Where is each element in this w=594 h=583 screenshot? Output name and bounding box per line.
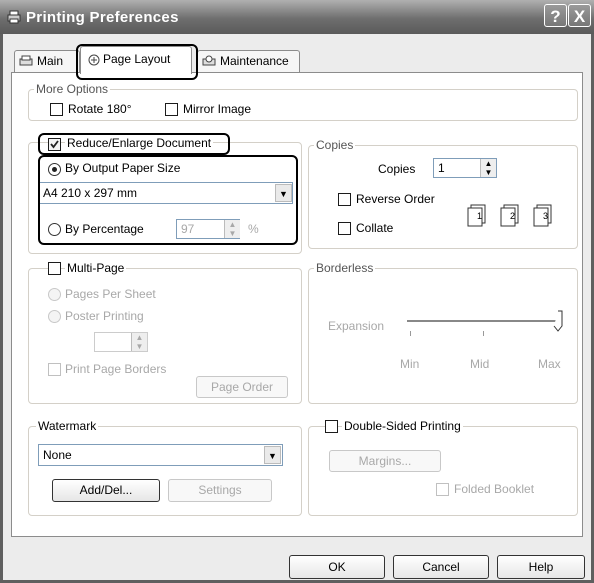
mirror-image-label: Mirror Image bbox=[183, 102, 252, 116]
chevron-down-icon[interactable]: ▼ bbox=[264, 446, 281, 464]
expansion-label: Expansion bbox=[328, 319, 385, 333]
cancel-button[interactable]: Cancel bbox=[393, 555, 489, 579]
printer-settings-icon bbox=[19, 55, 33, 66]
mid-label: Mid bbox=[470, 357, 490, 371]
poster-printing-label: Poster Printing bbox=[65, 309, 144, 323]
print-page-borders-checkbox[interactable] bbox=[48, 363, 61, 376]
collate-label: Collate bbox=[356, 221, 394, 235]
slider-tick bbox=[410, 331, 411, 336]
copies-spin-icon[interactable]: ▲ ▼ bbox=[480, 159, 496, 177]
multi-page-spin-icon[interactable]: ▲ ▼ bbox=[131, 333, 147, 351]
maintenance-icon bbox=[202, 55, 216, 66]
pages-per-sheet-label: Pages Per Sheet bbox=[65, 287, 156, 301]
help-button[interactable]: Help bbox=[497, 555, 585, 579]
collate-pages-icon: 1 2 3 bbox=[467, 204, 552, 227]
margins-button[interactable]: Margins... bbox=[329, 450, 441, 472]
reverse-order-checkbox[interactable] bbox=[338, 193, 351, 206]
mirror-image-checkbox[interactable] bbox=[165, 103, 178, 116]
max-label: Max bbox=[538, 357, 561, 371]
collate-checkbox[interactable] bbox=[338, 222, 351, 235]
watermark-settings-button[interactable]: Settings bbox=[168, 479, 272, 502]
watermark-value: None bbox=[43, 448, 72, 462]
double-sided-label: Double-Sided Printing bbox=[342, 419, 463, 433]
poster-printing-radio[interactable] bbox=[48, 310, 61, 323]
paper-size-highlight bbox=[38, 155, 298, 245]
printer-icon bbox=[7, 10, 21, 24]
reduce-enlarge-highlight bbox=[38, 133, 230, 155]
rotate-label: Rotate 180° bbox=[68, 102, 132, 116]
svg-text:1: 1 bbox=[477, 211, 482, 221]
copies-legend: Copies bbox=[314, 138, 356, 152]
help-title-button[interactable]: ? bbox=[544, 4, 567, 27]
tab-main-label: Main bbox=[37, 54, 64, 68]
folded-booklet-label: Folded Booklet bbox=[454, 482, 535, 496]
pages-per-sheet-radio[interactable] bbox=[48, 288, 61, 301]
rotate-checkbox[interactable] bbox=[50, 103, 63, 116]
tab-maintenance-label: Maintenance bbox=[220, 54, 289, 68]
tab-maintenance[interactable]: Maintenance bbox=[197, 50, 300, 72]
page-layout-highlight bbox=[76, 44, 198, 80]
slider-tick bbox=[483, 331, 484, 336]
tab-main[interactable]: Main bbox=[14, 50, 80, 72]
min-label: Min bbox=[400, 357, 420, 371]
multi-page-checkbox[interactable] bbox=[48, 262, 61, 275]
more-options-legend: More Options bbox=[34, 82, 111, 96]
double-sided-checkbox[interactable] bbox=[325, 420, 338, 433]
folded-booklet-checkbox[interactable] bbox=[436, 483, 449, 496]
watermark-legend: Watermark bbox=[36, 419, 99, 433]
multi-page-label: Multi-Page bbox=[65, 261, 127, 275]
print-page-borders-label: Print Page Borders bbox=[65, 362, 167, 376]
close-button[interactable]: X bbox=[568, 4, 591, 27]
watermark-group bbox=[28, 426, 302, 516]
svg-text:2: 2 bbox=[510, 211, 515, 221]
add-del-button[interactable]: Add/Del... bbox=[52, 479, 160, 502]
expansion-slider-track[interactable] bbox=[407, 320, 557, 322]
copies-label: Copies bbox=[378, 162, 416, 176]
reverse-order-label: Reverse Order bbox=[356, 192, 435, 206]
borderless-legend: Borderless bbox=[314, 261, 376, 275]
slider-thumb-icon[interactable] bbox=[552, 310, 564, 332]
window-border-left bbox=[0, 34, 3, 583]
borderless-group bbox=[308, 268, 578, 404]
page-order-button[interactable]: Page Order bbox=[196, 376, 288, 398]
ok-button[interactable]: OK bbox=[289, 555, 385, 579]
window-title: Printing Preferences bbox=[26, 9, 179, 26]
svg-text:3: 3 bbox=[543, 211, 548, 221]
watermark-select[interactable]: None bbox=[38, 444, 283, 466]
